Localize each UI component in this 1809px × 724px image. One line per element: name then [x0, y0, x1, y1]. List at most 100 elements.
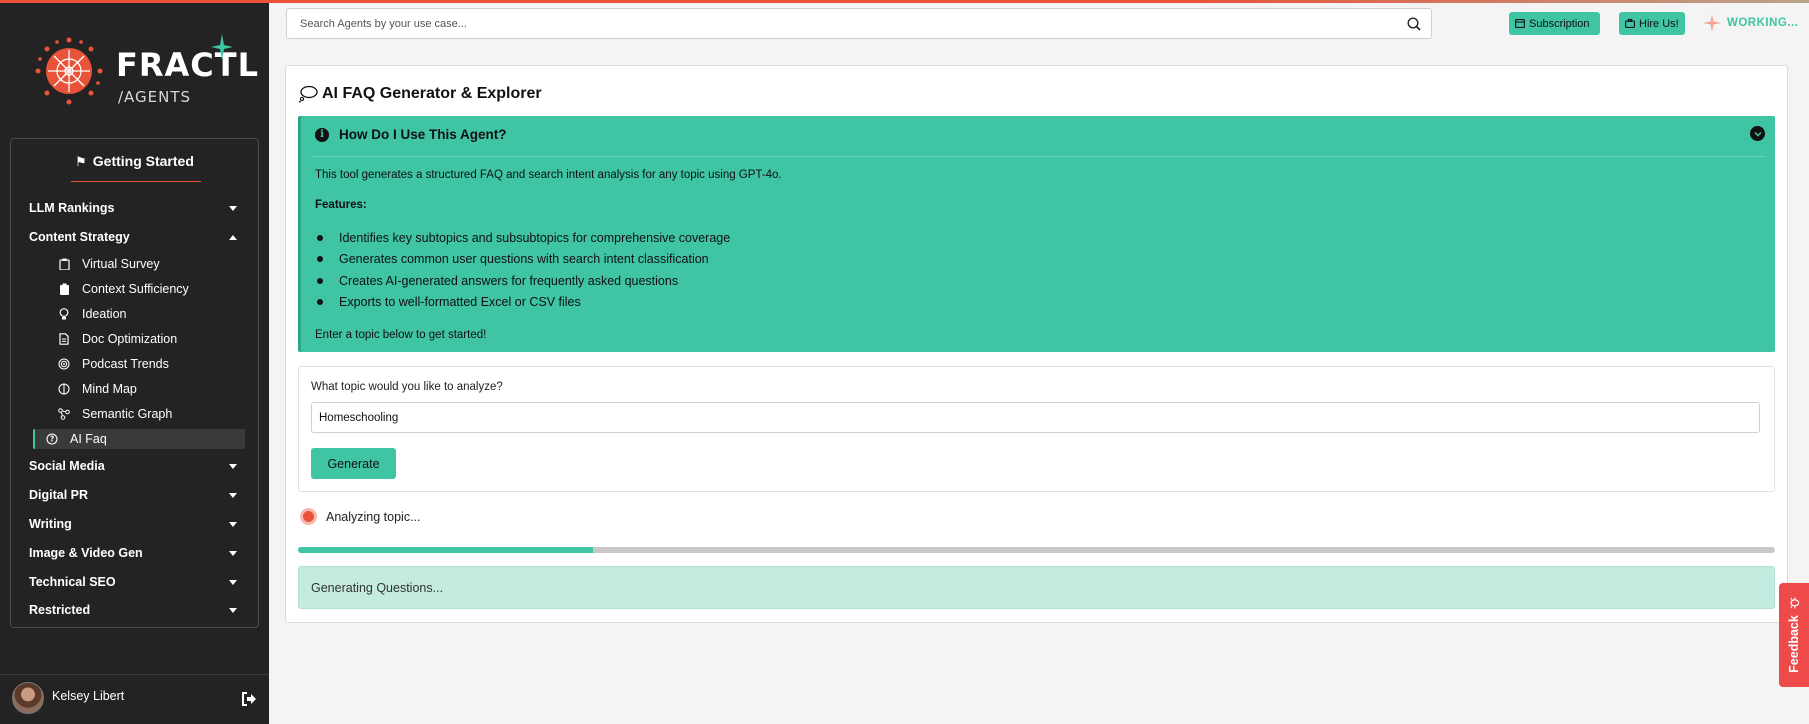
sidebar-item-semantic-graph[interactable]: Semantic Graph: [45, 404, 255, 424]
feature-item: Identifies key subtopics and subsubtopic…: [315, 227, 730, 249]
fractl-logo[interactable]: FRACTL /AGENTS: [30, 32, 258, 112]
sidebar-section-writing[interactable]: Writing: [29, 514, 245, 534]
caret-up-icon: [229, 234, 237, 240]
search-icon[interactable]: [1407, 17, 1421, 31]
how-to-footer: Enter a topic below to get started!: [315, 329, 487, 341]
top-accent-bar: [269, 0, 1809, 3]
how-to-panel: i How Do I Use This Agent? This tool gen…: [298, 116, 1775, 352]
page-title: AI FAQ Generator & Explorer: [298, 85, 542, 103]
hire-us-button[interactable]: Hire Us!: [1619, 12, 1685, 35]
sidebar-item-label: Podcast Trends: [82, 357, 169, 371]
avatar[interactable]: [12, 682, 44, 714]
sidebar-section-label: Image & Video Gen: [29, 546, 143, 560]
topic-label: What topic would you like to analyze?: [311, 381, 503, 393]
how-to-description: This tool generates a structured FAQ and…: [315, 169, 782, 181]
card-icon: [1515, 19, 1525, 28]
sidebar-section-restricted[interactable]: Restricted: [29, 600, 245, 620]
subscription-button[interactable]: Subscription: [1509, 12, 1600, 35]
sidebar-section-content-strategy[interactable]: Content Strategy: [29, 227, 245, 247]
how-to-divider: [311, 156, 1765, 157]
bug-icon: [1790, 597, 1800, 609]
feature-item: Exports to well-formatted Excel or CSV f…: [315, 292, 730, 314]
feedback-tab[interactable]: Feedback: [1779, 583, 1809, 687]
logo-wordmark: FRACTL: [116, 46, 259, 84]
feedback-label: Feedback: [1787, 615, 1802, 673]
sidebar-item-label: Semantic Graph: [82, 407, 173, 421]
sidebar-item-mind-map[interactable]: Mind Map: [45, 379, 255, 399]
generate-button[interactable]: Generate: [311, 448, 396, 479]
sidebar-item-label: Doc Optimization: [82, 332, 178, 346]
search-bar: [286, 8, 1432, 39]
sidebar-section-label: Technical SEO: [29, 575, 116, 589]
sidebar-section-label: Restricted: [29, 603, 91, 617]
sidebar-item-label: Mind Map: [82, 382, 137, 396]
flag-icon: ⚑: [75, 154, 87, 169]
caret-down-icon: [229, 607, 237, 613]
search-input[interactable]: [287, 9, 1431, 38]
sidebar-section-label: LLM Rankings: [29, 201, 115, 215]
main-panel: AI FAQ Generator & Explorer i How Do I U…: [285, 65, 1788, 623]
brain-icon: [58, 383, 70, 395]
sidebar-section-label: Content Strategy: [29, 230, 130, 244]
caret-down-icon: [229, 521, 237, 527]
sidebar-section-digital-pr[interactable]: Digital PR: [29, 485, 245, 505]
working-sparkle-icon: [1703, 14, 1721, 32]
hire-us-label: Hire Us!: [1639, 17, 1679, 30]
progress-bar: [298, 547, 1775, 553]
svg-text:?: ?: [50, 435, 54, 444]
nav-panel: ⚑ Getting Started LLM Rankings Content St…: [10, 138, 259, 628]
sidebar-section-image-video-gen[interactable]: Image & Video Gen: [29, 543, 245, 563]
info-icon: i: [315, 127, 329, 142]
podcast-icon: [58, 358, 70, 370]
spinner-icon: [300, 508, 317, 525]
caret-down-icon: [229, 579, 237, 585]
page-title-text: AI FAQ Generator & Explorer: [322, 85, 542, 102]
sidebar-item-podcast-trends[interactable]: Podcast Trends: [45, 354, 255, 374]
topic-input[interactable]: [311, 402, 1760, 433]
collapse-toggle[interactable]: [1750, 126, 1765, 141]
feature-item: Creates AI-generated answers for frequen…: [315, 270, 730, 292]
how-to-heading: How Do I Use This Agent?: [339, 127, 507, 142]
chevron-down-icon: [1753, 131, 1762, 137]
analysis-status: Analyzing topic...: [300, 508, 421, 525]
sidebar: FRACTL /AGENTS ⚑ Getting Started LLM Rank…: [0, 0, 269, 724]
how-to-header[interactable]: i How Do I Use This Agent?: [315, 127, 507, 142]
graph-icon: [58, 408, 70, 420]
features-list: Identifies key subtopics and subsubtopic…: [315, 227, 730, 313]
caret-down-icon: [229, 550, 237, 556]
clipboard-check-icon: [58, 283, 70, 295]
sidebar-item-virtual-survey[interactable]: Virtual Survey: [45, 254, 255, 274]
nav-heading-underline: [71, 181, 201, 182]
user-name: Kelsey Libert: [52, 689, 125, 703]
thought-bubble-icon: [298, 85, 318, 103]
sidebar-item-label: Context Sufficiency: [82, 282, 189, 296]
working-status: WORKING...: [1727, 17, 1799, 29]
generating-status-box: Generating Questions...: [298, 566, 1775, 609]
progress-fill: [298, 547, 594, 553]
sidebar-section-social-media[interactable]: Social Media: [29, 456, 245, 476]
sidebar-item-context-sufficiency[interactable]: Context Sufficiency: [45, 279, 255, 299]
feature-item: Generates common user questions with sea…: [315, 249, 730, 271]
nav-heading-label: Getting Started: [92, 153, 194, 169]
nav-heading[interactable]: ⚑ Getting Started: [11, 153, 258, 170]
lightbulb-icon: [58, 308, 70, 320]
sidebar-section-llm-rankings[interactable]: LLM Rankings: [29, 198, 245, 218]
features-label: Features:: [315, 199, 367, 211]
sidebar-section-technical-seo[interactable]: Technical SEO: [29, 572, 245, 592]
sidebar-item-ai-faq[interactable]: ? AI Faq: [33, 429, 245, 449]
briefcase-icon: [1625, 19, 1635, 28]
sidebar-item-ideation[interactable]: Ideation: [45, 304, 255, 324]
user-bar: Kelsey Libert: [0, 674, 269, 724]
subscription-label: Subscription: [1529, 17, 1590, 30]
sidebar-item-label: AI Faq: [70, 432, 107, 446]
sidebar-item-label: Virtual Survey: [82, 257, 160, 271]
question-circle-icon: ?: [46, 433, 58, 445]
sidebar-section-label: Digital PR: [29, 488, 89, 502]
sidebar-item-doc-optimization[interactable]: Doc Optimization: [45, 329, 255, 349]
sparkle-icon: [211, 34, 233, 60]
caret-down-icon: [229, 205, 237, 211]
topic-form: What topic would you like to analyze? Ge…: [298, 366, 1775, 492]
clipboard-icon: [58, 258, 70, 270]
logout-icon[interactable]: [241, 691, 257, 707]
caret-down-icon: [229, 492, 237, 498]
